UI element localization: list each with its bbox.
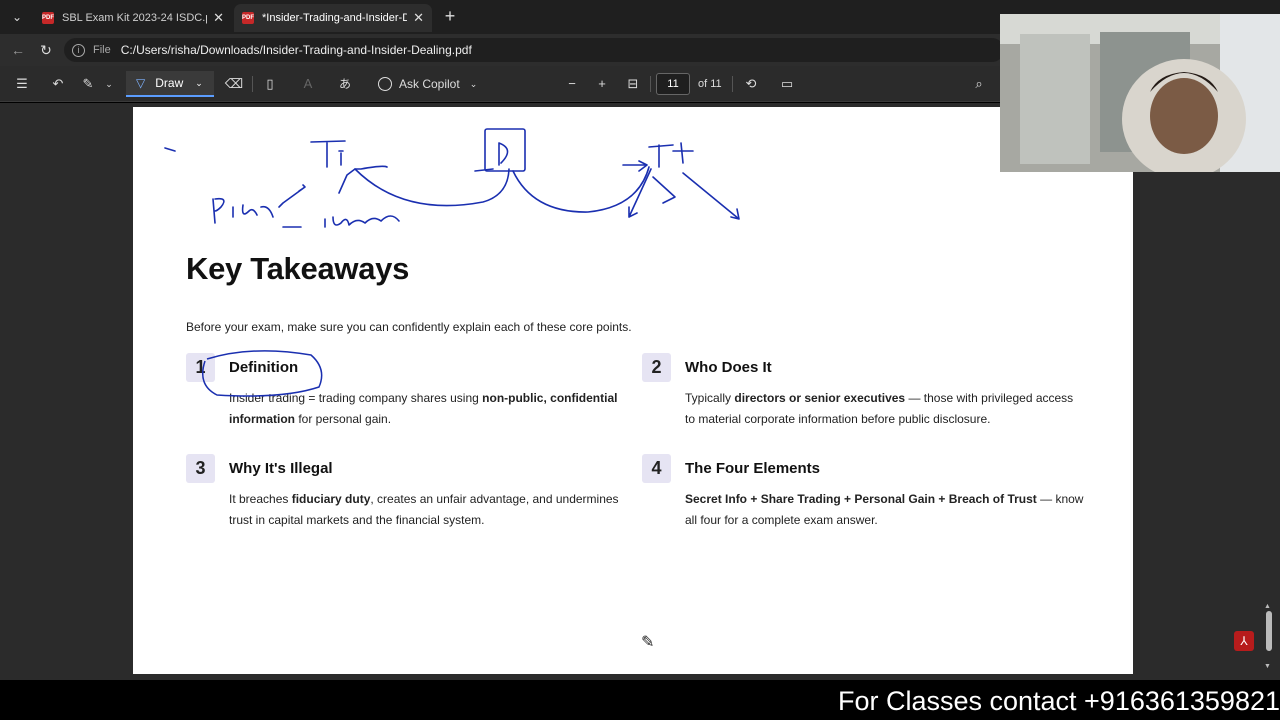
copilot-icon xyxy=(378,77,392,91)
eraser-icon[interactable]: ⌫ xyxy=(224,74,244,94)
card-title: Why It's Illegal xyxy=(229,460,333,477)
ask-copilot-button[interactable]: Ask Copilot ⌄ xyxy=(378,74,477,94)
draw-label: Draw xyxy=(155,76,184,90)
tab-title: SBL Exam Kit 2023-24 ISDC.pdf xyxy=(62,12,208,24)
close-icon[interactable]: ✕ xyxy=(213,10,224,26)
scroll-down-icon[interactable]: ▼ xyxy=(1264,663,1271,670)
chevron-down-icon: ⌄ xyxy=(195,78,203,88)
page-total: of 11 xyxy=(698,78,722,90)
card-number: 2 xyxy=(642,353,671,382)
pdf-icon: PDF xyxy=(242,12,254,24)
page-view-icon[interactable]: ▭ xyxy=(776,74,798,94)
divider xyxy=(650,76,651,92)
text-icon[interactable]: ▯ xyxy=(260,74,280,94)
url-text: C:/Users/risha/Downloads/Insider-Trading… xyxy=(120,43,472,57)
draw-pen-icon: ▽ xyxy=(136,76,146,90)
pdf-icon: PDF xyxy=(42,12,54,24)
card-number: 3 xyxy=(186,454,215,483)
page-number-input[interactable]: 11 xyxy=(656,73,690,95)
rotate-icon[interactable]: ⟲ xyxy=(740,74,762,94)
contact-banner: For Classes contact +916361359821 xyxy=(0,680,1280,720)
handwritten-ink xyxy=(164,128,740,228)
chevron-down-icon[interactable]: ⌄ xyxy=(100,74,118,94)
undo-icon[interactable]: ↶ xyxy=(48,74,68,94)
tab-title: *Insider-Trading-and-Insider-Deali xyxy=(262,12,408,24)
webcam-image xyxy=(1000,14,1280,172)
pdf-viewer[interactable]: Key Takeaways Before your exam, make sur… xyxy=(0,103,1280,680)
divider xyxy=(732,76,733,92)
translate-icon[interactable]: あ xyxy=(334,74,356,94)
pencil-cursor-icon: ✎ xyxy=(641,634,655,651)
definition-circle-ink xyxy=(202,350,323,397)
pdf-page[interactable]: Key Takeaways Before your exam, make sur… xyxy=(133,107,1133,674)
page-heading: Key Takeaways xyxy=(186,251,410,286)
zoom-out-icon[interactable]: − xyxy=(562,74,582,94)
search-icon[interactable]: ⌕ xyxy=(968,74,990,94)
card-title: The Four Elements xyxy=(685,460,821,477)
info-icon[interactable]: i xyxy=(72,43,85,57)
webcam-overlay xyxy=(1000,14,1280,172)
back-icon[interactable]: ← xyxy=(8,40,28,60)
close-icon[interactable]: ✕ xyxy=(413,10,424,26)
url-scheme: File xyxy=(93,44,111,56)
tab-list-icon[interactable]: ⌄ xyxy=(6,6,28,28)
zoom-in-icon[interactable]: + xyxy=(592,74,612,94)
tab-sbl-exam-kit[interactable]: PDF SBL Exam Kit 2023-24 ISDC.pdf ✕ xyxy=(34,4,232,32)
card-body: Typically directors or senior executives… xyxy=(685,391,1074,426)
card-body: It breaches fiduciary duty, creates an u… xyxy=(229,492,619,527)
new-tab-icon[interactable]: + xyxy=(440,6,460,28)
read-aloud-icon[interactable]: A xyxy=(298,74,318,94)
contents-icon[interactable]: ☰ xyxy=(12,74,32,94)
tab-insider-trading[interactable]: PDF *Insider-Trading-and-Insider-Deali ✕ xyxy=(234,4,432,32)
chevron-down-icon: ⌄ xyxy=(469,79,478,89)
highlight-icon[interactable]: ✎ xyxy=(78,74,98,94)
intro-text: Before your exam, make sure you can conf… xyxy=(186,320,632,334)
scrollbar[interactable] xyxy=(1266,611,1272,651)
scroll-up-icon[interactable]: ▲ xyxy=(1264,603,1271,610)
card-body: Secret Info + Share Trading + Personal G… xyxy=(685,492,1084,527)
card-number: 4 xyxy=(642,454,671,483)
acrobat-icon[interactable]: ⅄ xyxy=(1234,631,1254,651)
url-field[interactable]: i File C:/Users/risha/Downloads/Insider-… xyxy=(64,38,1004,62)
contact-banner-text: For Classes contact +916361359821 xyxy=(837,686,1280,716)
divider xyxy=(252,76,253,92)
reload-icon[interactable]: ↻ xyxy=(36,40,56,60)
draw-button[interactable]: ▽ Draw ⌄ xyxy=(126,71,214,97)
card-title: Who Does It xyxy=(685,359,772,376)
ask-copilot-label: Ask Copilot xyxy=(399,77,460,91)
fit-page-icon[interactable]: ⊟ xyxy=(622,74,644,94)
